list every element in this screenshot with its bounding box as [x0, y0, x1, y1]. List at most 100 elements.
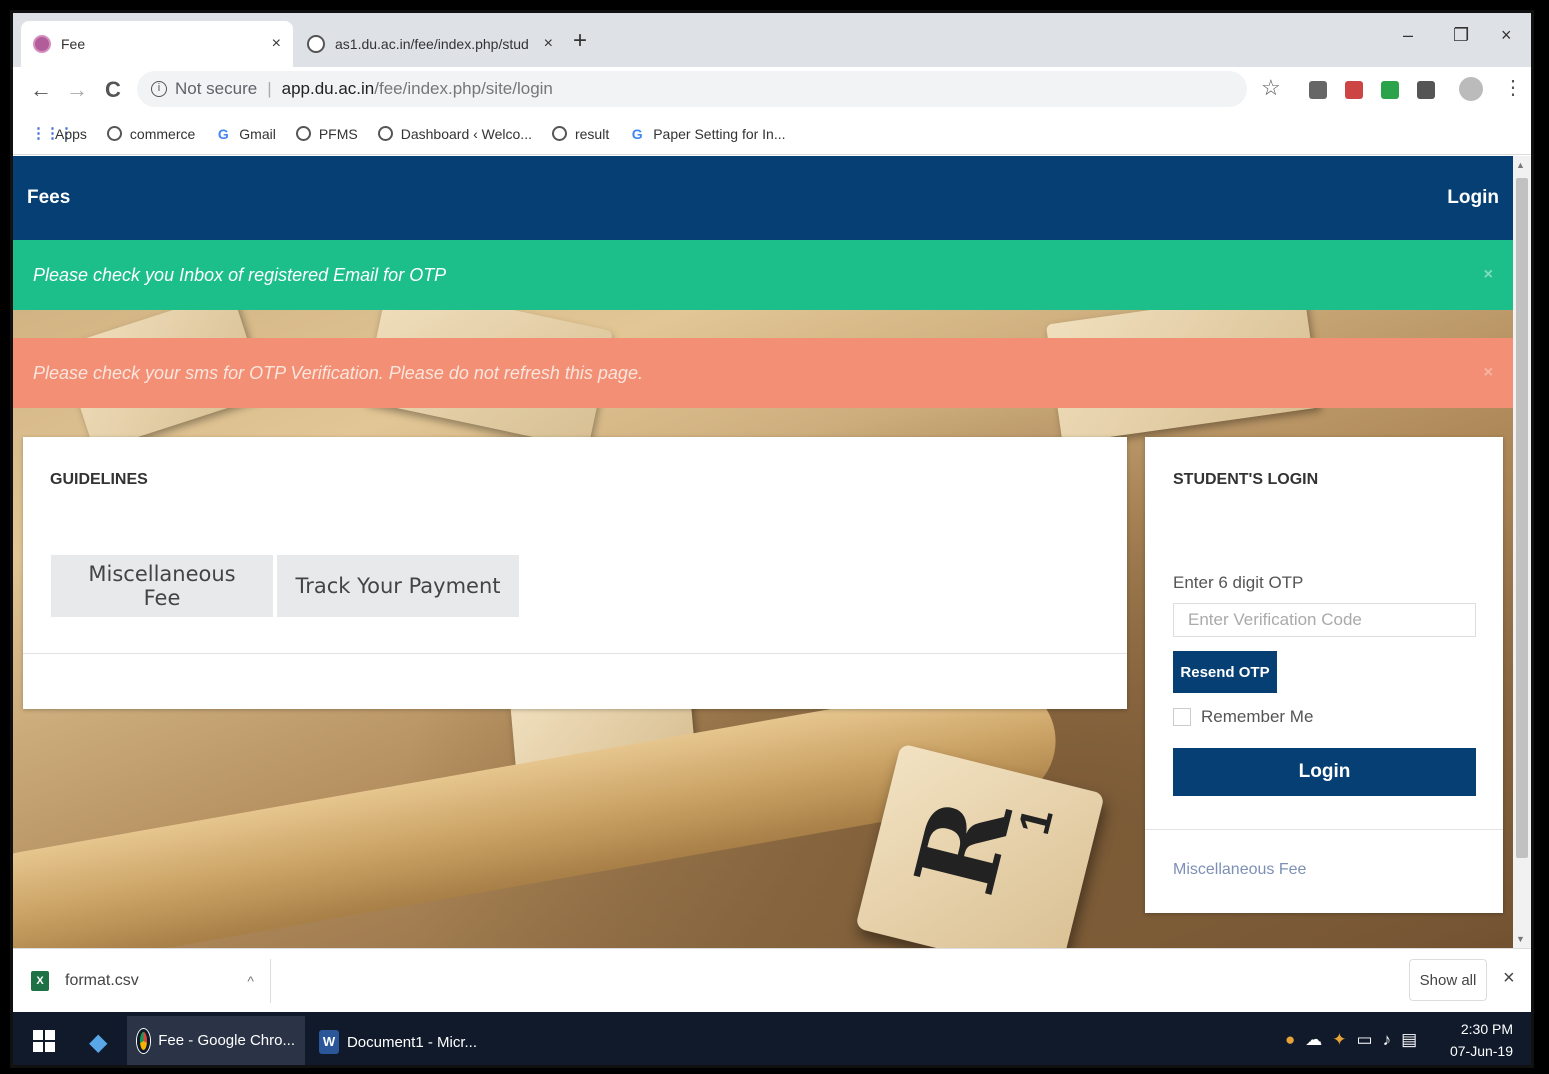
miscellaneous-fee-button[interactable]: Miscellaneous Fee: [51, 555, 273, 617]
guidelines-panel: GUIDELINES Miscellaneous Fee Track Your …: [23, 437, 1127, 709]
tray-app-icon[interactable]: ●: [1285, 1030, 1295, 1050]
chevron-up-icon[interactable]: ^: [247, 973, 254, 989]
panel-divider: [23, 653, 1127, 654]
sms-otp-alert: Please check your sms for OTP Verificati…: [13, 338, 1513, 408]
resend-otp-button[interactable]: Resend OTP: [1173, 651, 1277, 693]
back-icon[interactable]: ←: [23, 77, 59, 103]
bookmark-star-icon[interactable]: ☆: [1261, 75, 1281, 101]
bookmark-label: Dashboard ‹ Welco...: [400, 125, 532, 142]
guidelines-title: GUIDELINES: [50, 471, 148, 488]
google-icon: G: [217, 125, 229, 142]
windows-taskbar: ◆ Fee - Google Chro... W Document1 - Mic…: [13, 1012, 1531, 1065]
info-icon[interactable]: i: [151, 81, 167, 97]
scroll-down-icon[interactable]: ▼: [1516, 934, 1525, 944]
apps-grid-icon: ⋮⋮⋮: [31, 124, 74, 142]
bookmark-label: result: [574, 125, 610, 142]
security-indicator[interactable]: Not secure: [175, 79, 257, 99]
reload-icon[interactable]: C: [95, 77, 131, 103]
url-host: app.du.ac.in: [281, 79, 375, 98]
tab-close-icon[interactable]: ×: [544, 35, 553, 53]
browser-window: Fee × as1.du.ac.in/fee/index.php/stud × …: [10, 10, 1534, 1068]
omnibox-divider: |: [267, 79, 272, 98]
notifications-icon[interactable]: ▤: [1401, 1030, 1417, 1050]
alert-close-icon[interactable]: ×: [1484, 364, 1493, 382]
clock-date: 07-Jun-19: [1449, 1043, 1513, 1059]
close-download-bar-icon[interactable]: ×: [1503, 967, 1515, 990]
remember-me-label: Remember Me: [1201, 707, 1314, 726]
menu-kebab-icon[interactable]: ⋮: [1503, 75, 1523, 100]
tray-extension-icon[interactable]: ✦: [1332, 1030, 1346, 1050]
tab-fee[interactable]: Fee ×: [21, 21, 293, 67]
pdf-extension-icon[interactable]: [1345, 81, 1363, 99]
taskbar-chrome[interactable]: Fee - Google Chro...: [127, 1016, 305, 1065]
profile-avatar-icon[interactable]: [1459, 77, 1483, 101]
student-login-panel: STUDENT'S LOGIN Enter 6 digit OTP Resend…: [1145, 437, 1503, 913]
bookmark-paper-setting[interactable]: G Paper Setting for In...: [629, 125, 786, 142]
bookmark-label: Paper Setting for In...: [653, 125, 786, 142]
nav-login-link[interactable]: Login: [1447, 187, 1499, 209]
cloud-icon[interactable]: ☁: [1305, 1030, 1322, 1050]
system-clock[interactable]: 2:30 PM 07-Jun-19: [1443, 1018, 1513, 1062]
bookmark-label: Gmail: [239, 125, 276, 142]
remember-me[interactable]: Remember Me: [1173, 707, 1313, 727]
taskbar-item-label: Document1 - Micr...: [346, 1033, 477, 1051]
bookmark-commerce[interactable]: commerce: [106, 126, 195, 142]
tab-title: as1.du.ac.in/fee/index.php/stud: [335, 36, 529, 52]
bookmark-gmail[interactable]: G Gmail: [215, 126, 276, 142]
bookmark-label: PFMS: [318, 125, 358, 142]
minimize-icon[interactable]: –: [1403, 25, 1413, 46]
download-bar: X format.csv ^ Show all ×: [13, 948, 1531, 1012]
globe-icon: [295, 126, 311, 141]
cortana-icon[interactable]: ◆: [89, 1028, 107, 1057]
site-favicon-icon: [33, 35, 51, 53]
show-all-button[interactable]: Show all: [1409, 959, 1487, 1001]
download-filename: format.csv: [65, 972, 139, 989]
clock-time: 2:30 PM: [1460, 1021, 1513, 1037]
site-navbar: Fees Login: [13, 156, 1513, 240]
scroll-up-icon[interactable]: ▲: [1516, 160, 1525, 170]
bookmark-result[interactable]: result: [551, 125, 610, 142]
panel-divider: [1145, 829, 1503, 830]
forward-icon[interactable]: →: [59, 77, 95, 103]
globe-icon: [106, 126, 122, 141]
restore-icon[interactable]: ❐: [1453, 25, 1469, 46]
otp-label: Enter 6 digit OTP: [1173, 573, 1304, 592]
scroll-thumb[interactable]: [1516, 178, 1528, 858]
windows-start-icon[interactable]: [33, 1030, 55, 1052]
background-letter-tile: R 1: [855, 743, 1105, 948]
puzzle-extension-icon[interactable]: [1381, 81, 1399, 99]
student-login-title: STUDENT'S LOGIN: [1173, 471, 1319, 488]
url-path: /fee/index.php/site/login: [374, 79, 553, 98]
bookmark-apps[interactable]: ⋮⋮⋮ Apps: [31, 124, 87, 142]
globe-icon: [377, 126, 393, 141]
remember-me-checkbox[interactable]: [1173, 708, 1191, 726]
alert-message: Please check you Inbox of registered Ema…: [33, 264, 447, 285]
new-tab-button[interactable]: +: [573, 27, 587, 55]
taskbar-item-label: Fee - Google Chro...: [158, 1032, 295, 1049]
alert-close-icon[interactable]: ×: [1484, 266, 1493, 284]
tab-close-icon[interactable]: ×: [272, 35, 281, 53]
drive-extension-icon[interactable]: [1309, 81, 1327, 99]
page-viewport: R 1 Fees Login Please check you Inbox of…: [13, 156, 1513, 948]
miscellaneous-fee-link[interactable]: Miscellaneous Fee: [1173, 861, 1306, 879]
network-icon[interactable]: ▭: [1357, 1030, 1373, 1050]
taskbar-word[interactable]: W Document1 - Micr...: [309, 1016, 487, 1065]
brand-link[interactable]: Fees: [27, 187, 70, 209]
login-button[interactable]: Login: [1173, 748, 1476, 796]
bookmarks-bar: ⋮⋮⋮ Apps commerce G Gmail PFMS Dashboard…: [13, 113, 1531, 155]
bookmark-dashboard[interactable]: Dashboard ‹ Welco...: [377, 125, 532, 142]
volume-icon[interactable]: ♪: [1383, 1030, 1392, 1050]
page-scrollbar[interactable]: ▲ ▼: [1513, 156, 1531, 948]
address-bar[interactable]: i Not secure | app.du.ac.in /fee/index.p…: [137, 71, 1247, 107]
google-icon: G: [631, 125, 643, 142]
window-close-icon[interactable]: ×: [1501, 25, 1512, 46]
download-item[interactable]: X format.csv ^: [31, 959, 271, 1003]
bookmark-pfms[interactable]: PFMS: [295, 125, 358, 142]
track-payment-button[interactable]: Track Your Payment: [277, 555, 519, 617]
browser-toolbar: ← → C i Not secure | app.du.ac.in /fee/i…: [13, 67, 1531, 113]
bookmark-label: Apps: [55, 125, 87, 142]
system-tray: ● ☁ ✦ ▭ ♪ ▤: [1285, 1030, 1417, 1050]
clipboard-extension-icon[interactable]: [1417, 81, 1435, 99]
otp-input[interactable]: [1173, 603, 1476, 637]
tab-student[interactable]: as1.du.ac.in/fee/index.php/stud ×: [295, 21, 565, 67]
